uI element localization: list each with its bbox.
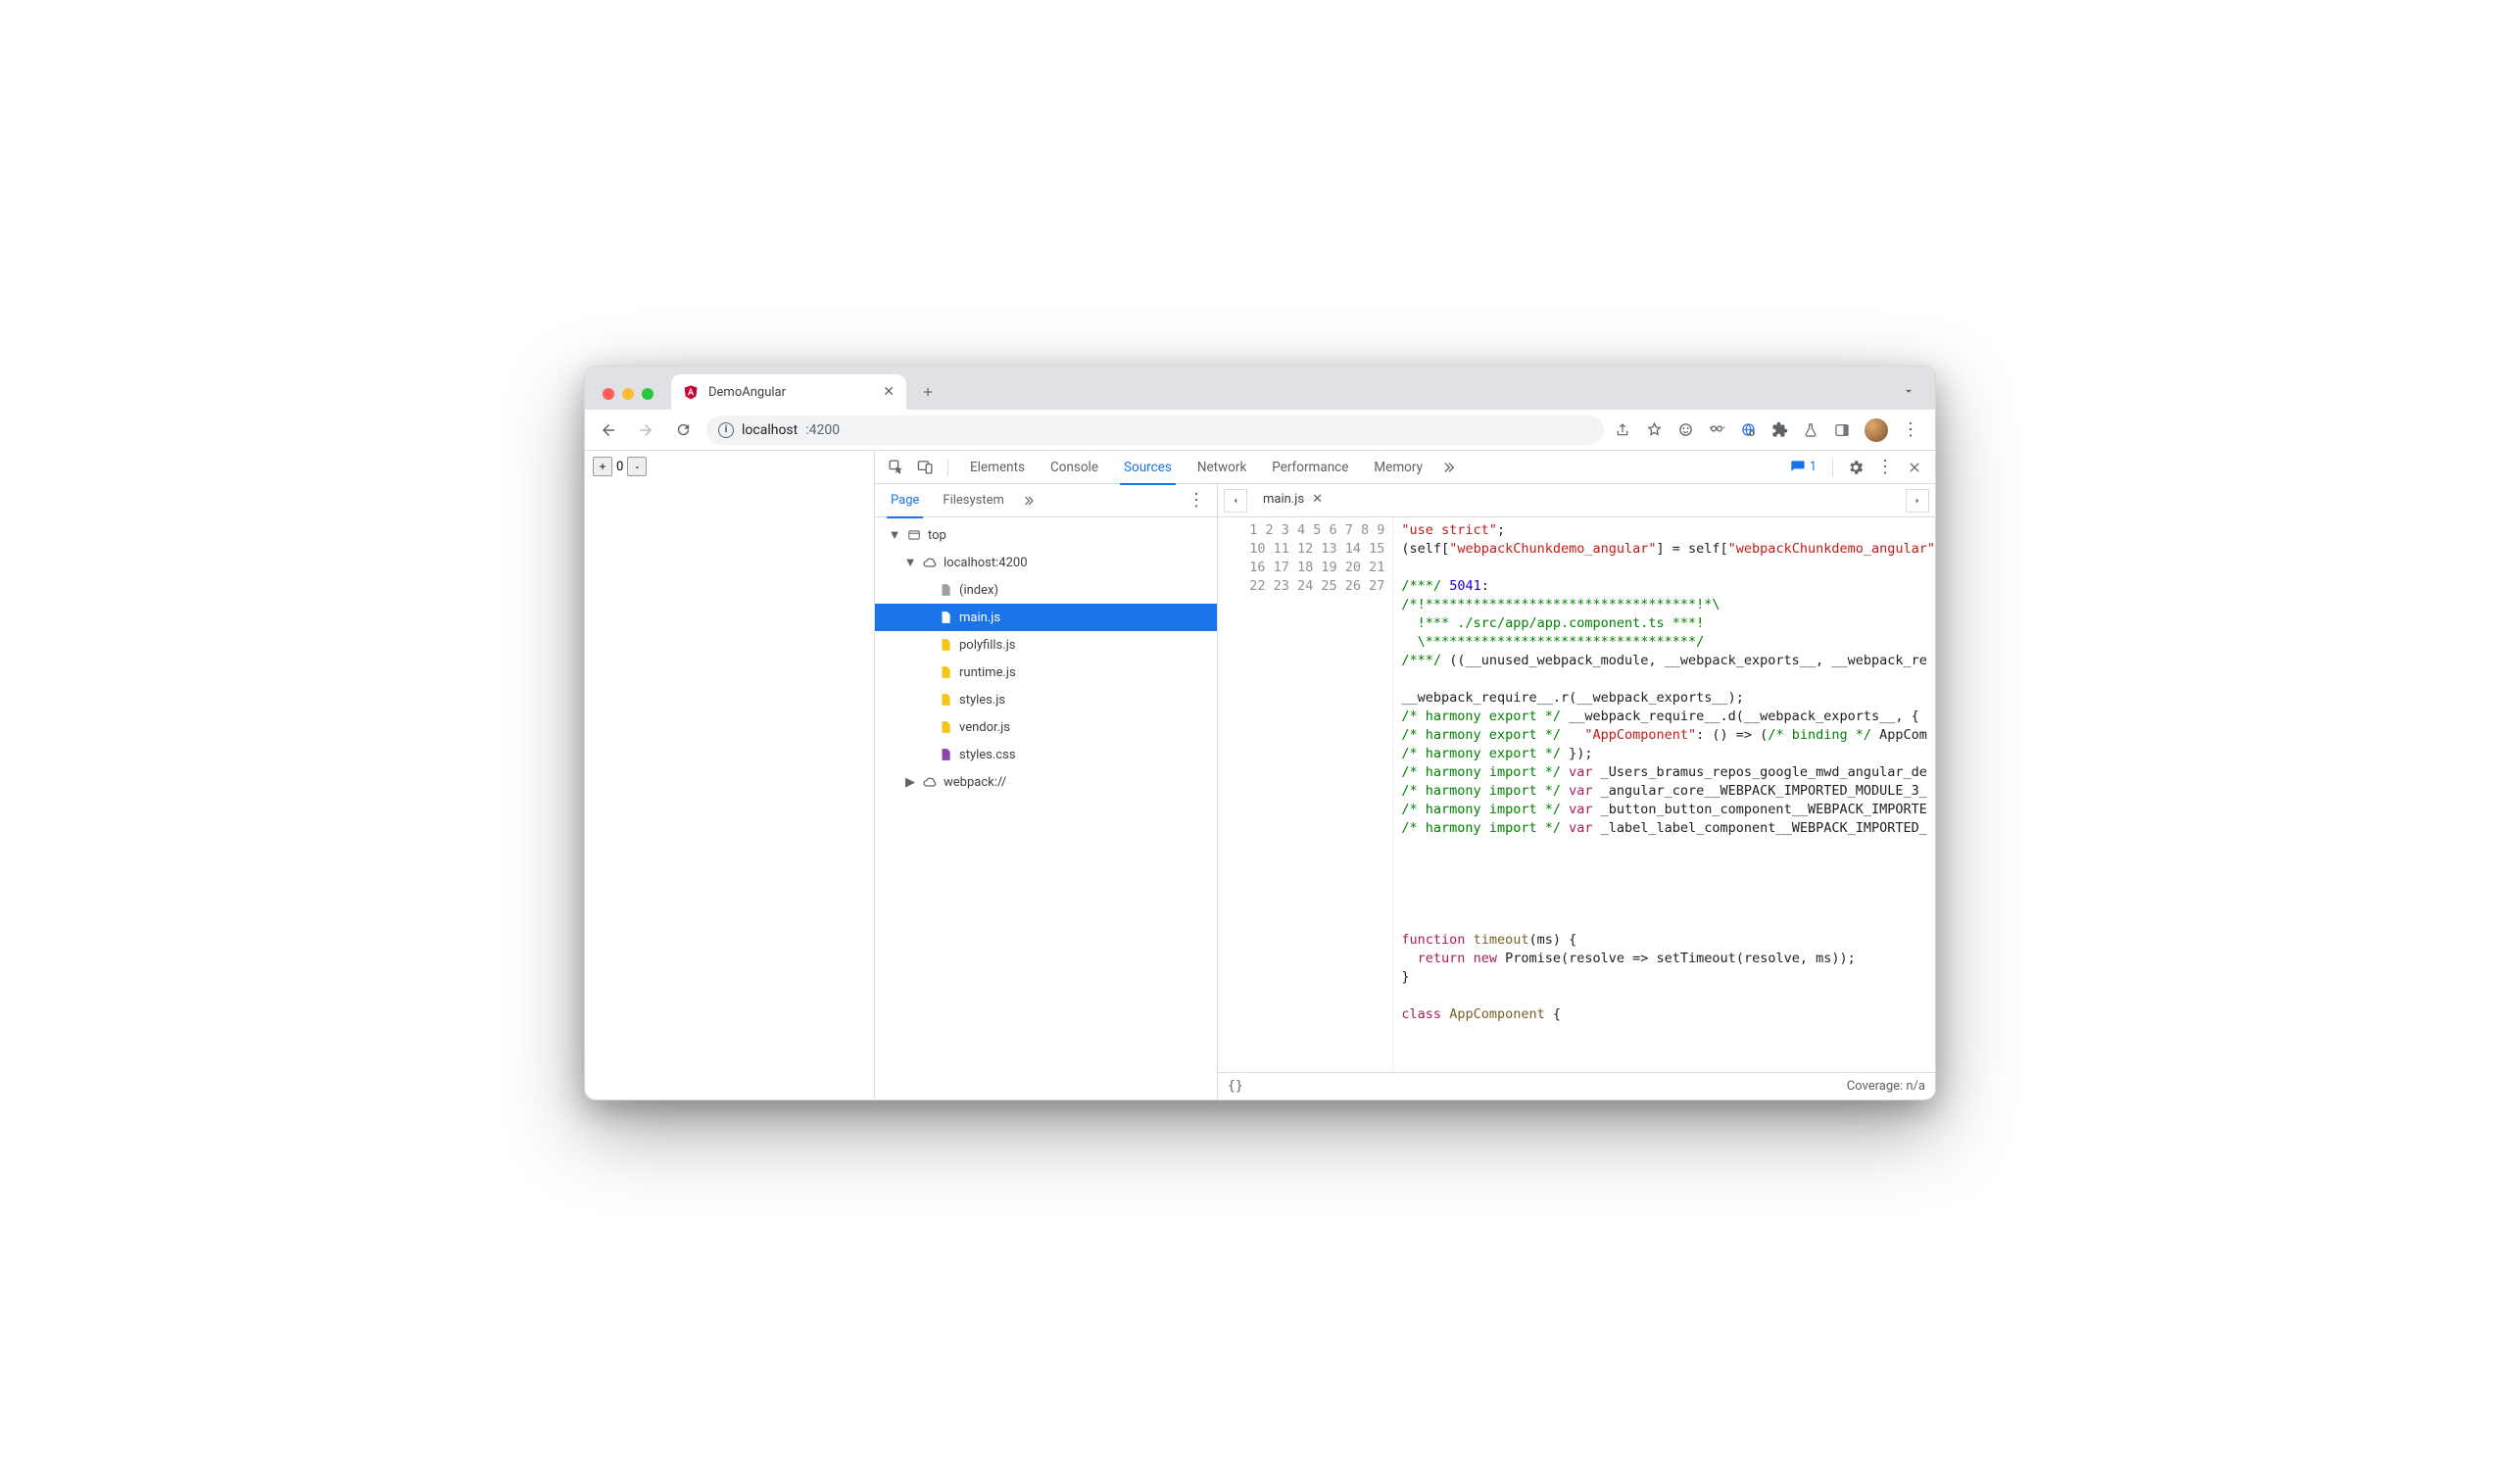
tab-title: DemoAngular xyxy=(708,385,786,400)
new-tab-button[interactable] xyxy=(914,378,942,406)
devtools-tab-performance[interactable]: Performance xyxy=(1260,451,1360,484)
tabs-dropdown-icon[interactable] xyxy=(1898,380,1919,402)
devtools-tabs: ElementsConsoleSourcesNetworkPerformance… xyxy=(958,451,1434,484)
back-button[interactable] xyxy=(595,416,622,444)
tree-file-stylescss[interactable]: styles.css xyxy=(875,741,1217,768)
window-minimize[interactable] xyxy=(622,388,634,400)
devtools-close-icon[interactable] xyxy=(1902,455,1927,480)
file-tab-close-icon[interactable]: ✕ xyxy=(1312,492,1323,507)
sources-navigator: PageFilesystem ⋮ ▼top▼localhost:4200(ind… xyxy=(875,484,1218,1100)
url-port: :4200 xyxy=(805,422,840,438)
tree-file-index[interactable]: (index) xyxy=(875,576,1217,604)
tree-top[interactable]: ▼top xyxy=(875,521,1217,549)
tree-file-runtimejs[interactable]: runtime.js xyxy=(875,659,1217,686)
file-tree: ▼top▼localhost:4200(index)main.jspolyfil… xyxy=(875,517,1217,1100)
code-content: "use strict"; (self["webpackChunkdemo_an… xyxy=(1393,517,1935,1072)
labs-flask-icon[interactable] xyxy=(1802,421,1819,439)
window-maximize[interactable] xyxy=(642,388,654,400)
tree-file-vendorjs[interactable]: vendor.js xyxy=(875,713,1217,741)
devtools-tab-sources[interactable]: Sources xyxy=(1112,451,1184,484)
counter-value: 0 xyxy=(614,460,625,474)
browser-window: DemoAngular ✕ i localhost :4200 ⋮ xyxy=(584,366,1936,1100)
devtools-tab-network[interactable]: Network xyxy=(1186,451,1258,484)
issues-count: 1 xyxy=(1810,460,1817,474)
extension-icon-2[interactable] xyxy=(1708,421,1725,439)
editor-nav-forward-icon[interactable] xyxy=(1906,489,1929,513)
tree-file-stylesjs[interactable]: styles.js xyxy=(875,686,1217,713)
site-info-icon[interactable]: i xyxy=(718,422,734,438)
sources-sidebar-tab-page[interactable]: Page xyxy=(879,484,931,517)
sources-sidebar-overflow-icon[interactable] xyxy=(1020,490,1042,512)
main-area: + 0 - ElementsConsoleSourcesNetworkPerfo… xyxy=(585,451,1935,1100)
pretty-print-button[interactable]: {} xyxy=(1228,1079,1243,1094)
tab-close-icon[interactable]: ✕ xyxy=(883,384,895,400)
tree-file-polyfillsjs[interactable]: polyfills.js xyxy=(875,631,1217,659)
coverage-status: Coverage: n/a xyxy=(1847,1079,1925,1094)
tree-origin[interactable]: ▼localhost:4200 xyxy=(875,549,1217,576)
tree-file-mainjs[interactable]: main.js xyxy=(875,604,1217,631)
sources-sidebar-tabs: PageFilesystem ⋮ xyxy=(875,484,1217,517)
counter-widget: + 0 - xyxy=(593,457,866,476)
devtools-tab-console[interactable]: Console xyxy=(1039,451,1110,484)
toolbar-right: ⋮ xyxy=(1614,418,1925,442)
angular-icon xyxy=(683,384,699,400)
window-controls xyxy=(595,388,661,410)
profile-avatar[interactable] xyxy=(1865,418,1888,442)
file-tab-label: main.js xyxy=(1263,492,1304,507)
omnibox[interactable]: i localhost :4200 xyxy=(706,415,1604,445)
devtools-tab-elements[interactable]: Elements xyxy=(958,451,1037,484)
extension-icon-1[interactable] xyxy=(1676,421,1694,439)
reload-button[interactable] xyxy=(669,416,697,444)
devtools-tab-memory[interactable]: Memory xyxy=(1362,451,1434,484)
devtools-toolbar: ElementsConsoleSourcesNetworkPerformance… xyxy=(875,451,1935,484)
extension-icon-3[interactable] xyxy=(1739,421,1757,439)
sources-editor: main.js ✕ 1 2 3 4 5 6 7 8 9 10 11 12 13 … xyxy=(1218,484,1935,1100)
counter-decrement-button[interactable]: - xyxy=(627,457,647,476)
line-gutter: 1 2 3 4 5 6 7 8 9 10 11 12 13 14 15 16 1… xyxy=(1218,517,1393,1072)
extensions-puzzle-icon[interactable] xyxy=(1770,421,1788,439)
sources-sidebar-menu-icon[interactable]: ⋮ xyxy=(1180,497,1213,505)
chrome-menu-icon[interactable]: ⋮ xyxy=(1902,421,1919,439)
page-content: + 0 - xyxy=(585,451,875,1100)
address-bar: i localhost :4200 ⋮ xyxy=(585,410,1935,451)
devtools-panel: ElementsConsoleSourcesNetworkPerformance… xyxy=(875,451,1935,1100)
editor-nav-back-icon[interactable] xyxy=(1224,489,1247,513)
side-panel-icon[interactable] xyxy=(1833,421,1851,439)
file-tabs: main.js ✕ xyxy=(1218,484,1935,517)
share-icon[interactable] xyxy=(1614,421,1631,439)
url-host: localhost xyxy=(742,422,798,438)
file-tab-mainjs[interactable]: main.js ✕ xyxy=(1253,484,1333,517)
inspect-element-icon[interactable] xyxy=(883,455,908,480)
devtools-settings-icon[interactable] xyxy=(1843,455,1868,480)
device-toolbar-icon[interactable] xyxy=(912,455,938,480)
window-close[interactable] xyxy=(603,388,614,400)
bookmark-star-icon[interactable] xyxy=(1645,421,1663,439)
devtools-body: PageFilesystem ⋮ ▼top▼localhost:4200(ind… xyxy=(875,484,1935,1100)
devtools-menu-icon[interactable]: ⋮ xyxy=(1872,455,1898,480)
forward-button[interactable] xyxy=(632,416,659,444)
counter-increment-button[interactable]: + xyxy=(593,457,612,476)
code-editor[interactable]: 1 2 3 4 5 6 7 8 9 10 11 12 13 14 15 16 1… xyxy=(1218,517,1935,1072)
tree-webpack[interactable]: ▶webpack:// xyxy=(875,768,1217,796)
tab-strip: DemoAngular ✕ xyxy=(585,366,1935,410)
editor-statusbar: {} Coverage: n/a xyxy=(1218,1072,1935,1100)
browser-tab[interactable]: DemoAngular ✕ xyxy=(671,374,906,410)
issues-icon xyxy=(1790,460,1806,475)
devtools-tabs-overflow-icon[interactable] xyxy=(1438,455,1464,480)
issues-button[interactable]: 1 xyxy=(1784,458,1822,477)
sources-sidebar-tab-filesystem[interactable]: Filesystem xyxy=(931,484,1016,517)
